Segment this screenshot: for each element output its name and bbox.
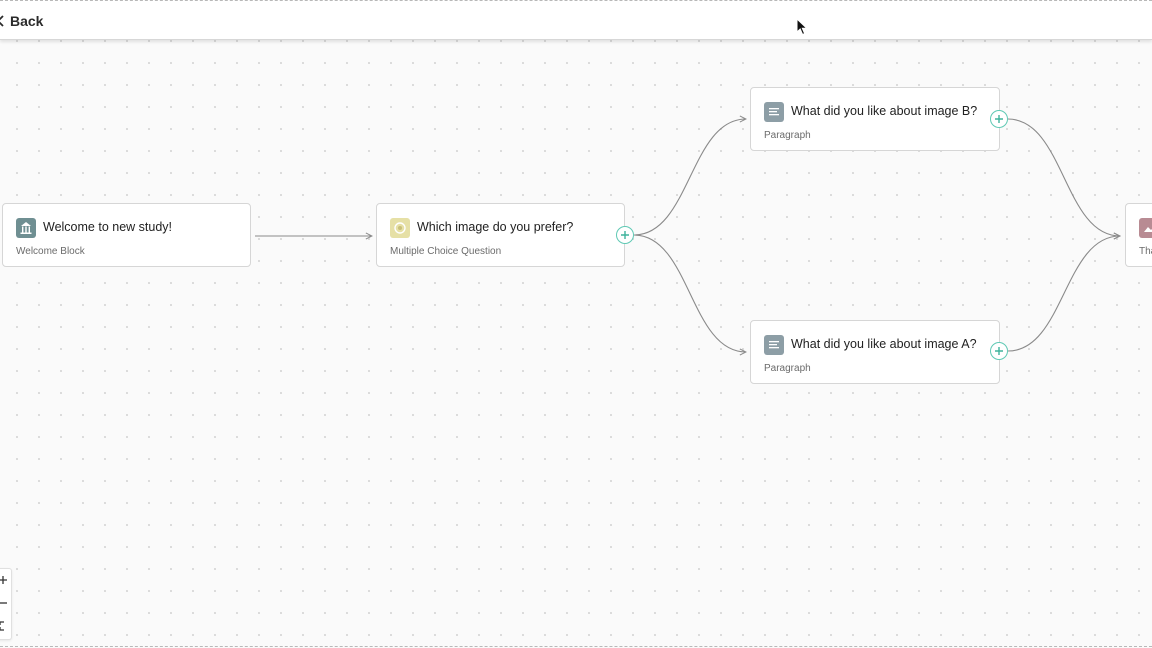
flow-canvas[interactable]: Back Welcome to new study! Welcome Block… (0, 0, 1152, 648)
paragraph-icon (764, 335, 784, 355)
node-welcome-block[interactable]: Welcome to new study! Welcome Block (2, 203, 251, 267)
node-title: What did you like about image A? (791, 337, 977, 351)
paragraph-icon (764, 102, 784, 122)
fit-view-button[interactable] (0, 615, 11, 637)
node-multiple-choice[interactable]: Which image do you prefer? Multiple Choi… (376, 203, 625, 267)
add-node-button-image-a[interactable] (990, 342, 1008, 360)
image-icon (1139, 218, 1152, 238)
plus-icon (995, 347, 1003, 355)
edge-choice-to-image-a (633, 234, 746, 352)
node-paragraph-image-b[interactable]: What did you like about image B? Paragra… (750, 87, 1000, 151)
edge-image-a-to-thanks (1007, 236, 1120, 352)
plus-icon (0, 576, 7, 584)
node-paragraph-image-a[interactable]: What did you like about image A? Paragra… (750, 320, 1000, 384)
minus-icon (0, 602, 7, 604)
canvas-bottom-border (0, 646, 1152, 647)
edge-choice-to-image-b (633, 119, 746, 236)
node-type-label: Multiple Choice Question (390, 246, 502, 257)
node-type-label: Welcome Block (16, 246, 85, 257)
add-node-button-choice[interactable] (616, 226, 634, 244)
multiple-choice-icon (390, 218, 410, 238)
edge-image-b-to-thanks (1007, 118, 1120, 236)
zoom-out-button[interactable] (0, 592, 11, 614)
zoom-in-button[interactable] (0, 569, 11, 591)
node-type-label: Paragraph (764, 130, 811, 141)
node-title: What did you like about image B? (791, 104, 978, 118)
plus-icon (995, 115, 1003, 123)
fit-view-icon (0, 621, 4, 631)
plus-icon (621, 231, 629, 239)
node-type-label: Tha (1139, 246, 1152, 257)
node-title: Welcome to new study! (43, 220, 172, 234)
add-node-button-image-b[interactable] (990, 110, 1008, 128)
zoom-controls (0, 568, 12, 640)
node-title: Which image do you prefer? (417, 220, 574, 234)
node-thank-you[interactable]: Tha (1125, 203, 1152, 267)
welcome-icon (16, 218, 36, 238)
node-type-label: Paragraph (764, 363, 811, 374)
